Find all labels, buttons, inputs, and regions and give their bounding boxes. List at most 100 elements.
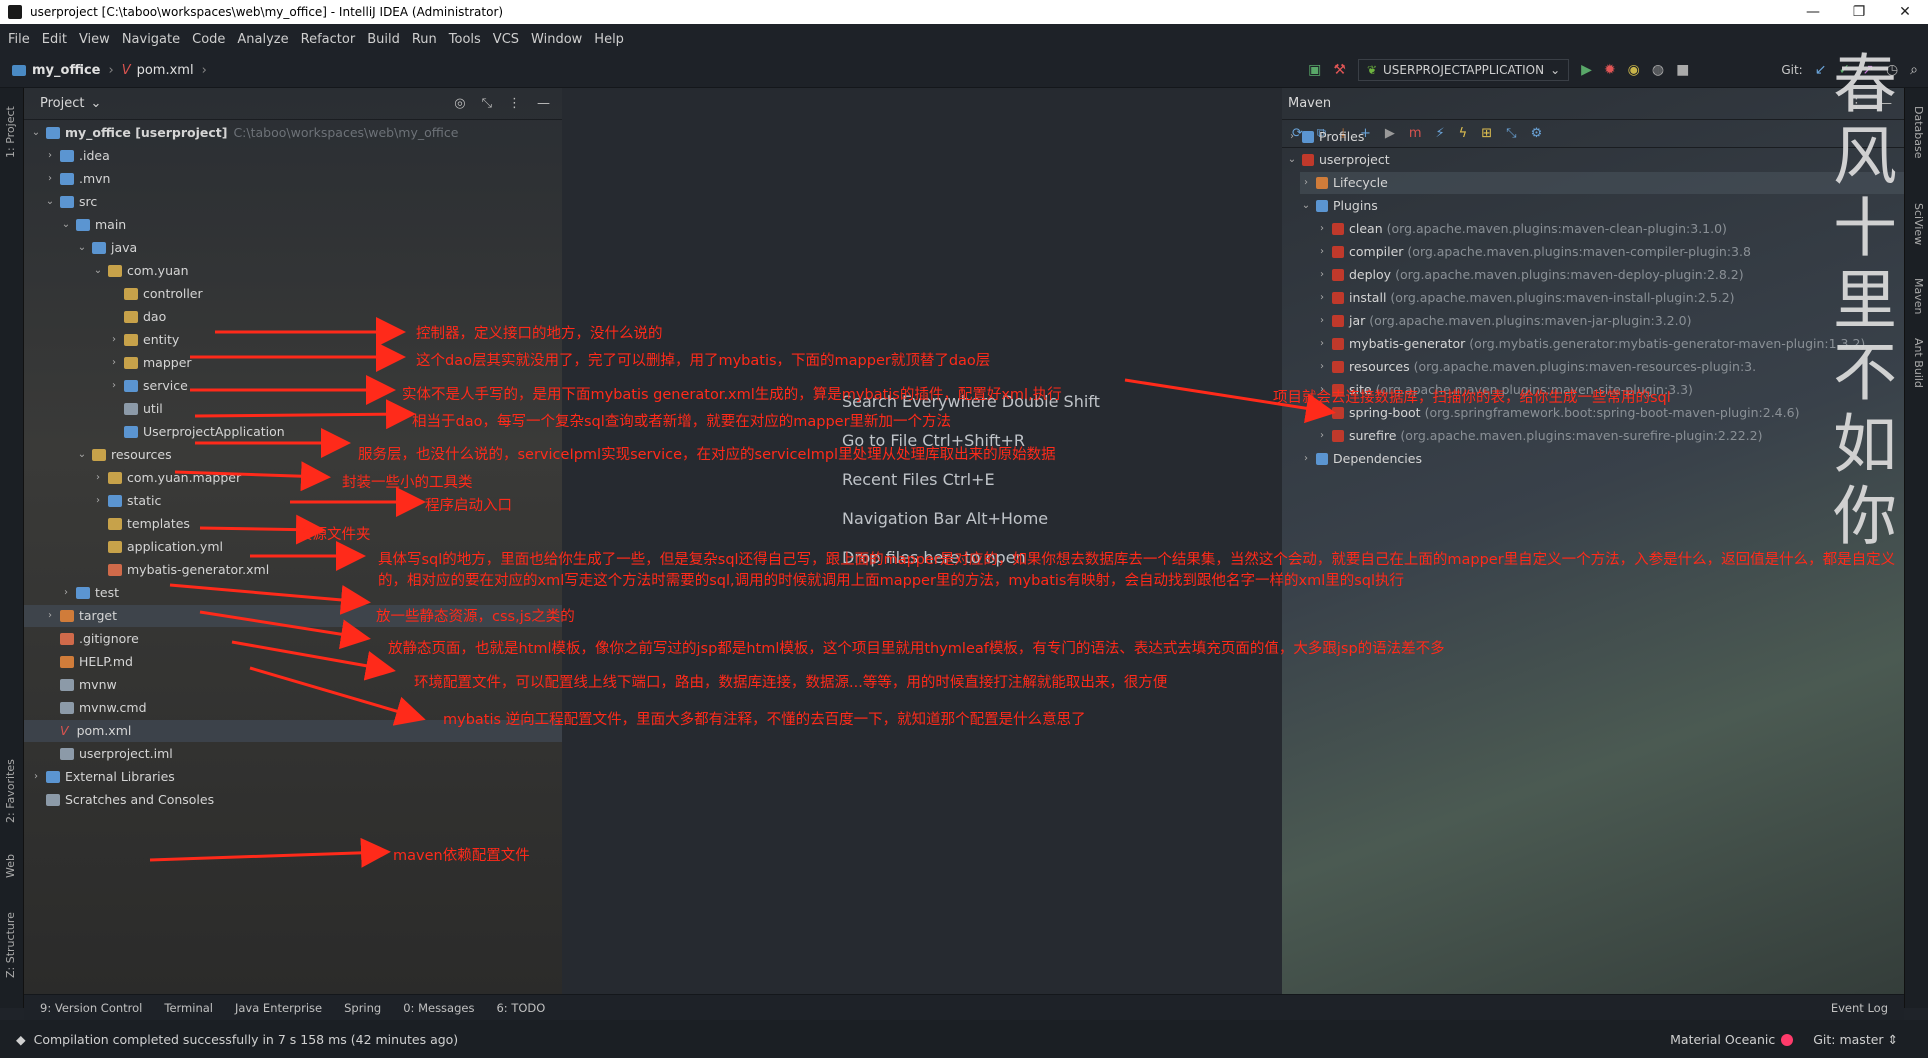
tree-item-mvn[interactable]: › .mvn	[44, 168, 110, 190]
debug-icon[interactable]: ✹	[1604, 62, 1616, 78]
tree-item-scratches[interactable]: Scratches and Consoles	[46, 789, 214, 811]
messages-tab[interactable]: 0: Messages	[403, 1001, 474, 1015]
stop-icon[interactable]: ■	[1676, 62, 1689, 78]
theme-indicator[interactable]: Material Oceanic	[1670, 1032, 1794, 1047]
menu-tools[interactable]: Tools	[449, 32, 481, 47]
collapse-all-icon[interactable]: ⤡	[1506, 126, 1516, 141]
maven-plugin-install[interactable]: › install (org.apache.maven.plugins:maven-…	[1316, 287, 1735, 309]
toggle-offline-icon[interactable]: ⚡	[1436, 126, 1445, 141]
tree-item-userproject-iml[interactable]: userproject.iml	[60, 743, 173, 765]
tree-item-help-md[interactable]: HELP.md	[60, 651, 133, 673]
tree-item-static[interactable]: › static	[92, 490, 161, 512]
menu-code[interactable]: Code	[192, 32, 225, 47]
web-tool-tab[interactable]: Web	[4, 854, 17, 878]
breadcrumb-project[interactable]: my_office	[32, 63, 100, 78]
build-hammer-icon[interactable]: ▣	[1308, 62, 1321, 78]
maven-execute-icon[interactable]: m	[1409, 126, 1422, 141]
menu-navigate[interactable]: Navigate	[122, 32, 180, 47]
tree-item-com-yuan-mapper[interactable]: › com.yuan.mapper	[92, 467, 241, 489]
tree-item-util[interactable]: util	[124, 398, 163, 420]
maven-tool-tab[interactable]: Maven	[1912, 278, 1925, 314]
maven-item-profiles[interactable]: › Profiles	[1286, 126, 1364, 148]
maven-plugin-compiler[interactable]: › compiler (org.apache.maven.plugins:maven…	[1316, 241, 1751, 263]
chevron-down-icon[interactable]: ⌄	[90, 96, 101, 111]
structure-tool-tab[interactable]: Z: Structure	[4, 912, 17, 978]
tree-item-controller[interactable]: controller	[124, 283, 203, 305]
locate-file-icon[interactable]: ◎	[454, 96, 465, 111]
close-button[interactable]: ✕	[1882, 0, 1928, 24]
maven-plugin-surefire[interactable]: › surefire (org.apache.maven.plugins:maven…	[1316, 425, 1762, 447]
tree-item-com-yuan[interactable]: ⌄ com.yuan	[92, 260, 189, 282]
maven-plugin-jar[interactable]: › jar (org.apache.maven.plugins:maven-jar-…	[1316, 310, 1691, 332]
sciview-tool-tab[interactable]: SciView	[1912, 203, 1925, 245]
favorites-tool-tab[interactable]: 2: Favorites	[4, 759, 17, 823]
menu-window[interactable]: Window	[531, 32, 582, 47]
skip-tests-icon[interactable]: ϟ	[1459, 126, 1468, 141]
run-icon[interactable]: ▶	[1385, 126, 1395, 141]
event-log-tab[interactable]: Event Log	[1831, 1001, 1904, 1015]
tree-item-templates[interactable]: templates	[108, 513, 190, 535]
tree-item-mvnw-cmd[interactable]: mvnw.cmd	[60, 697, 147, 719]
ant-build-tool-tab[interactable]: Ant Build	[1912, 338, 1925, 388]
tree-item-src[interactable]: ⌄ src	[44, 191, 97, 213]
maven-item-lifecycle[interactable]: › Lifecycle	[1300, 172, 1904, 194]
tree-item-dao[interactable]: dao	[124, 306, 166, 328]
menu-refactor[interactable]: Refactor	[301, 32, 356, 47]
tree-item-main[interactable]: ⌄ main	[60, 214, 126, 236]
menu-file[interactable]: File	[8, 32, 30, 47]
maven-plugin-resources[interactable]: › resources (org.apache.maven.plugins:mave…	[1316, 356, 1756, 378]
git-branch-widget[interactable]: Git: master ⇕	[1813, 1032, 1898, 1047]
run-icon[interactable]: ▶	[1581, 62, 1592, 78]
editor-empty-area[interactable]: Search Everywhere Double Shift Go to Fil…	[562, 88, 1282, 994]
tree-item-userproject-application[interactable]: UserprojectApplication	[124, 421, 285, 443]
maven-plugin-clean[interactable]: › clean (org.apache.maven.plugins:maven-cl…	[1316, 218, 1727, 240]
tree-item-java[interactable]: ⌄ java	[76, 237, 137, 259]
tree-item-my-office[interactable]: ⌄ my_office [userproject] C:\taboo\workspa…	[30, 122, 459, 144]
java-enterprise-tab[interactable]: Java Enterprise	[235, 1001, 322, 1015]
menu-run[interactable]: Run	[412, 32, 437, 47]
project-tool-tab[interactable]: 1: Project	[4, 106, 17, 158]
project-view-select[interactable]: Project	[40, 96, 84, 111]
maximize-button[interactable]: ❐	[1836, 0, 1882, 24]
maven-plugin-mybatis-generator[interactable]: › mybatis-generator (org.mybatis.generator…	[1316, 333, 1865, 355]
tree-item-external-libraries[interactable]: › External Libraries	[30, 766, 175, 788]
menu-build[interactable]: Build	[367, 32, 400, 47]
spring-tab[interactable]: Spring	[344, 1001, 381, 1015]
maven-item-userproject[interactable]: ⌄ userproject	[1286, 149, 1390, 171]
todo-tab[interactable]: 6: TODO	[496, 1001, 545, 1015]
maven-item-plugins[interactable]: ⌄ Plugins	[1300, 195, 1378, 217]
minimize-button[interactable]: —	[1790, 0, 1836, 24]
tree-item-mybatis-generator-xml[interactable]: mybatis-generator.xml	[108, 559, 269, 581]
tree-item-resources[interactable]: ⌄ resources	[76, 444, 172, 466]
database-tool-tab[interactable]: Database	[1912, 106, 1925, 159]
menu-edit[interactable]: Edit	[42, 32, 67, 47]
tree-item-idea[interactable]: › .idea	[44, 145, 110, 167]
tree-item-service[interactable]: › service	[108, 375, 188, 397]
maven-plugin-deploy[interactable]: › deploy (org.apache.maven.plugins:maven-d…	[1316, 264, 1744, 286]
show-dependencies-icon[interactable]: ⊞	[1481, 126, 1492, 141]
search-icon[interactable]: ⌕	[1910, 62, 1918, 78]
menu-help[interactable]: Help	[594, 32, 624, 47]
hide-panel-icon[interactable]: —	[537, 96, 550, 111]
menu-view[interactable]: View	[79, 32, 110, 47]
breadcrumb-file[interactable]: pom.xml	[137, 63, 194, 78]
tree-item-application-yml[interactable]: application.yml	[108, 536, 223, 558]
menu-analyze[interactable]: Analyze	[237, 32, 288, 47]
version-control-tab[interactable]: 9: Version Control	[40, 1001, 142, 1015]
coverage-icon[interactable]: ◉	[1628, 62, 1640, 78]
status-message[interactable]: Compilation completed successfully in 7 …	[34, 1032, 459, 1047]
settings-icon[interactable]: ⚙	[1531, 126, 1543, 141]
more-options-icon[interactable]: ⋮	[508, 96, 521, 111]
run-configuration-select[interactable]: ❦ USERPROJECTAPPLICATION ⌄	[1357, 59, 1570, 81]
profile-icon[interactable]: ◍	[1652, 62, 1664, 78]
tree-item-test[interactable]: › test	[60, 582, 119, 604]
menu-vcs[interactable]: VCS	[493, 32, 519, 47]
terminal-tab[interactable]: Terminal	[164, 1001, 213, 1015]
tree-item-mvnw[interactable]: mvnw	[60, 674, 117, 696]
collapse-all-icon[interactable]: ⤡	[482, 96, 492, 111]
tree-item-mapper[interactable]: › mapper	[108, 352, 192, 374]
tree-item-entity[interactable]: › entity	[108, 329, 179, 351]
maven-item-dependencies[interactable]: › Dependencies	[1300, 448, 1422, 470]
tree-item-gitignore[interactable]: .gitignore	[60, 628, 139, 650]
hammer-icon[interactable]: ⚒	[1333, 62, 1346, 78]
